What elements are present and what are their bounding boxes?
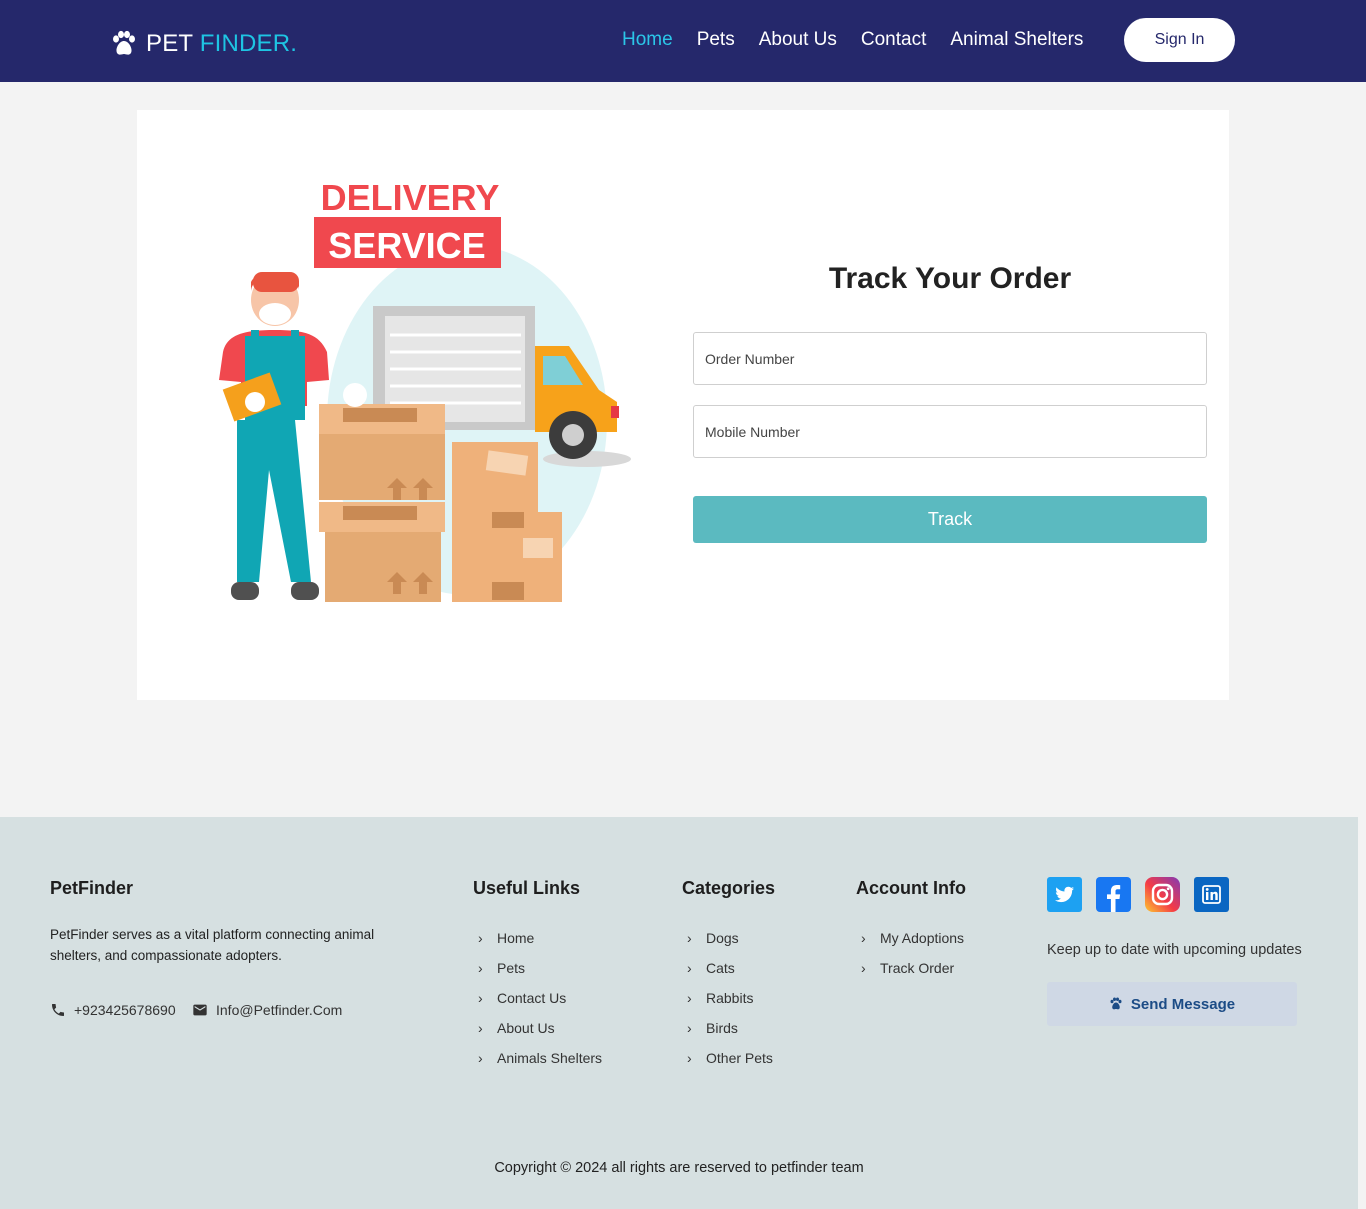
send-message-label: Send Message [1130,995,1236,1013]
nav-pets[interactable]: Pets [697,27,735,53]
account-link-my-adoptions[interactable]: › My Adoptions [856,923,964,953]
account-info-title: Account Info [856,878,966,898]
nav-animal-shelters[interactable]: Animal Shelters [950,27,1083,53]
categories-list: › Dogs › Cats › Rabbits › Birds › Other Pets [682,923,773,1073]
account-links-list: › My Adoptions › Track Order [856,923,964,983]
delivery-text: DELIVERY [321,177,500,218]
footer-link-home[interactable]: › Home [473,923,602,953]
footer-phone[interactable]: +923425678690 [50,1002,176,1018]
nav-about-us[interactable]: About Us [759,27,837,53]
category-other-pets[interactable]: › Other Pets [682,1043,773,1073]
mail-icon [193,1004,207,1016]
chevron-right-icon: › [478,930,483,946]
main-nav: Home Pets About Us Contact Animal Shelte… [622,27,1083,53]
category-label[interactable]: Birds [706,1020,738,1036]
copyright-text: Copyright © 2024 all rights are reserved… [494,1160,864,1176]
paw-icon [1110,997,1122,1010]
logo[interactable]: PET FINDER. [110,30,297,58]
chevron-right-icon: › [687,990,692,1006]
order-number-input[interactable] [693,332,1207,385]
updates-text: Keep up to date with upcoming updates [1047,942,1302,958]
facebook-icon[interactable] [1096,877,1131,912]
chevron-right-icon: › [687,930,692,946]
account-link-label[interactable]: Track Order [880,960,954,976]
category-label[interactable]: Dogs [706,930,739,946]
logo-pet: PET [146,30,193,57]
category-label[interactable]: Rabbits [706,990,753,1006]
email-text: Info@Petfinder.Com [216,1002,343,1018]
phone-icon [52,1004,64,1016]
footer-brand-title: PetFinder [50,878,134,898]
chevron-right-icon: › [687,1020,692,1036]
footer-link-pets[interactable]: › Pets [473,953,602,983]
account-link-track-order[interactable]: › Track Order [856,953,964,983]
category-dogs[interactable]: › Dogs [682,923,773,953]
nav-contact[interactable]: Contact [861,27,926,53]
chevron-right-icon: › [478,960,483,976]
footer-about-text: PetFinder serves as a vital platform con… [50,927,375,963]
chevron-right-icon: › [478,1050,483,1066]
instagram-icon[interactable] [1145,877,1180,912]
footer-link-label[interactable]: Animals Shelters [497,1050,602,1066]
chevron-right-icon: › [861,930,866,946]
footer-link-about-us[interactable]: › About Us [473,1013,602,1043]
delivery-illustration: DELIVERY SERVICE [219,177,631,602]
mobile-number-input[interactable] [693,405,1207,458]
linkedin-icon[interactable] [1194,877,1229,912]
footer-link-label[interactable]: Contact Us [497,990,566,1006]
chevron-right-icon: › [687,960,692,976]
chevron-right-icon: › [478,990,483,1006]
logo-finder: FINDER. [199,30,298,57]
sign-in-button[interactable]: Sign In [1124,18,1235,62]
social-links [1047,877,1229,912]
category-cats[interactable]: › Cats [682,953,773,983]
phone-text: +923425678690 [74,1002,176,1018]
twitter-icon[interactable] [1047,877,1082,912]
paw-icon [113,30,135,55]
logo-text: PET FINDER. [146,30,297,58]
account-link-label[interactable]: My Adoptions [880,930,964,946]
chevron-right-icon: › [687,1050,692,1066]
nav-home[interactable]: Home [622,27,673,53]
footer-link-label[interactable]: Pets [497,960,525,976]
footer-link-label[interactable]: About Us [497,1020,555,1036]
track-button[interactable]: Track [693,496,1207,543]
send-message-button[interactable]: Send Message [1047,982,1297,1026]
useful-links-title: Useful Links [473,878,581,898]
footer: PetFinder PetFinder serves as a vital pl… [0,817,1358,1209]
page-title: Track Your Order [828,262,1072,295]
navbar: PET FINDER. Home Pets About Us Contact A… [0,0,1366,82]
footer-email[interactable]: Info@Petfinder.Com [192,1002,342,1018]
chevron-right-icon: › [478,1020,483,1036]
footer-link-contact-us[interactable]: › Contact Us [473,983,602,1013]
service-text: SERVICE [328,225,485,266]
categories-title: Categories [682,878,776,898]
footer-link-animals-shelters[interactable]: › Animals Shelters [473,1043,602,1073]
useful-links-list: › Home › Pets › Contact Us › About Us › Anima… [473,923,602,1073]
category-birds[interactable]: › Birds [682,1013,773,1043]
category-label[interactable]: Cats [706,960,735,976]
chevron-right-icon: › [861,960,866,976]
footer-link-label[interactable]: Home [497,930,534,946]
category-rabbits[interactable]: › Rabbits [682,983,773,1013]
category-label[interactable]: Other Pets [706,1050,773,1066]
track-order-card: DELIVERY SERVICE Track Your Order Order … [137,110,1229,700]
